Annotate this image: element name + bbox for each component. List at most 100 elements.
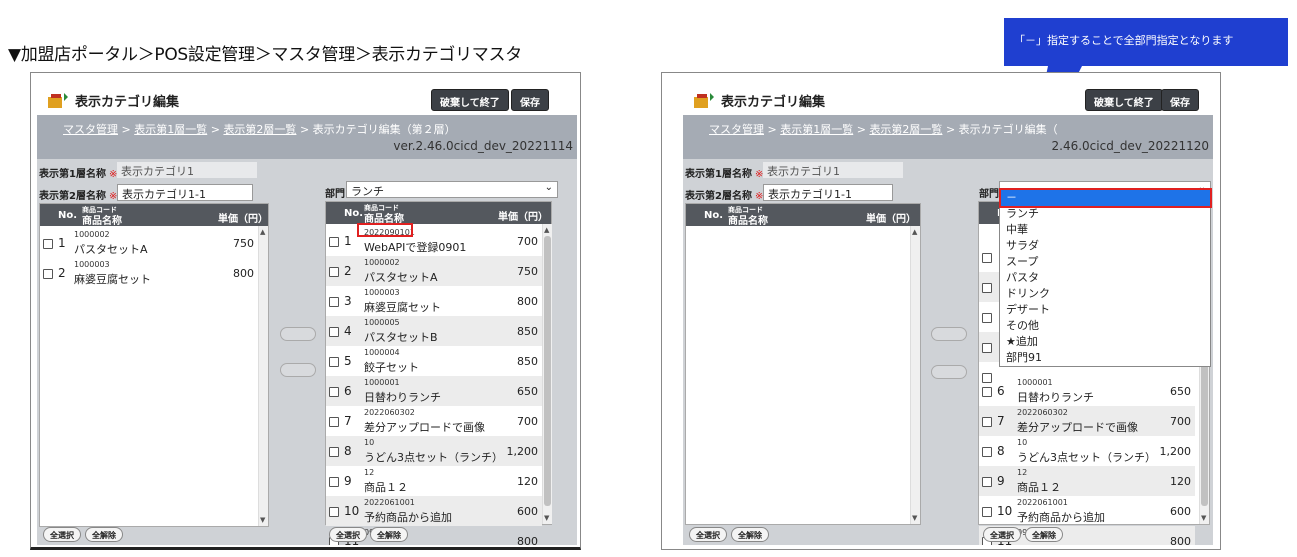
table-row[interactable]: 1 1000002 パスタセットA 750 — [40, 228, 258, 258]
table-row[interactable]: 3 1000003 麻婆豆腐セット 800 — [326, 286, 542, 316]
table-row[interactable]: 9 12 商品１２ 120 — [326, 466, 542, 496]
scroll-up-icon[interactable]: ▲ — [912, 228, 917, 236]
scroll-down-icon[interactable]: ▼ — [912, 514, 917, 522]
breadcrumb-layer1[interactable]: 表示第1層一覧 — [134, 123, 207, 136]
dept-option[interactable]: 部門91 — [1000, 350, 1210, 366]
dept-select[interactable]: ランチ ⌄ — [346, 181, 558, 198]
breadcrumb-current: 表示カテゴリ編集（第２層） — [312, 123, 456, 136]
dept-option[interactable]: パスタ — [1000, 270, 1210, 286]
code-highlight-box — [357, 223, 413, 237]
page-title: 表示カテゴリ編集 — [721, 95, 826, 110]
save-button[interactable]: 保存 — [1161, 89, 1199, 111]
clear-all-button[interactable]: 全解除 — [370, 527, 408, 542]
table-row[interactable]: 10 2022061001 予約商品から追加 600 — [326, 496, 542, 526]
dept-option[interactable]: ランチ — [1000, 206, 1210, 222]
select-all-button[interactable]: 全選択 — [43, 527, 81, 542]
scroll-down-icon[interactable]: ▼ — [1201, 514, 1206, 522]
right-screenshot: 表示カテゴリ編集 破棄して終了 保存 マスタ管理 > 表示第1層一覧 > 表示第… — [661, 72, 1221, 550]
table-row[interactable]: 8 10 うどん3点セット（ランチ） 1,200 — [326, 436, 542, 466]
breadcrumb-layer2[interactable]: 表示第2層一覧 — [869, 123, 942, 136]
move-right-button[interactable] — [280, 327, 316, 341]
layer2-name-input[interactable]: 表示カテゴリ1-1 — [117, 184, 253, 201]
row-checkbox[interactable] — [329, 507, 339, 517]
move-right-button[interactable] — [931, 327, 967, 341]
row-checkbox[interactable] — [329, 477, 339, 487]
row-checkbox[interactable] — [982, 283, 992, 293]
row-checkbox[interactable] — [329, 357, 339, 367]
scroll-thumb[interactable] — [544, 236, 551, 506]
scroll-up-icon[interactable]: ▲ — [260, 228, 265, 236]
list-scrollbar[interactable]: ▲ ▼ — [258, 226, 268, 526]
row-checkbox[interactable] — [329, 417, 339, 427]
row-checkbox[interactable] — [329, 267, 339, 277]
row-checkbox[interactable] — [329, 297, 339, 307]
table-row[interactable]: 6 1000001 日替わりランチ 650 — [326, 376, 542, 406]
dept-option[interactable]: 中華 — [1000, 222, 1210, 238]
list-scrollbar[interactable]: ▲ ▼ — [910, 226, 920, 524]
table-row[interactable]: 6 1000001 日替わりランチ 650 — [979, 376, 1195, 406]
row-checkbox[interactable] — [329, 327, 339, 337]
select-all-button[interactable]: 全選択 — [983, 527, 1021, 542]
layer1-value: 表示カテゴリ1 — [117, 162, 257, 178]
breadcrumb-master[interactable]: マスタ管理 — [63, 123, 118, 136]
table-row[interactable]: 4 1000005 パスタセットB 850 — [326, 316, 542, 346]
row-checkbox[interactable] — [43, 269, 53, 279]
row-checkbox[interactable] — [982, 313, 992, 323]
available-item-list: No. 商品コード 商品名称 単価（円） 1 2022090101 WebAPIで登… — [325, 201, 552, 545]
row-checkbox[interactable] — [982, 343, 992, 353]
page-heading: ▼加盟店ポータル＞POS設定管理＞マスタ管理＞表示カテゴリマスタ — [8, 45, 522, 65]
clear-all-button[interactable]: 全解除 — [731, 527, 769, 542]
layer2-field: 表示第2層名称 ※ 表示カテゴリ1-1 — [39, 184, 253, 202]
row-checkbox[interactable] — [982, 387, 992, 397]
table-row[interactable]: 10 2022061001 予約商品から追加 600 — [979, 496, 1195, 526]
breadcrumb-layer1[interactable]: 表示第1層一覧 — [780, 123, 853, 136]
breadcrumb: マスタ管理 > 表示第1層一覧 > 表示第2層一覧 > 表示カテゴリ編集（第２層… — [63, 123, 456, 136]
dept-option[interactable]: その他 — [1000, 318, 1210, 334]
table-row[interactable]: 7 2022060302 差分アップロードで画像 700 — [326, 406, 542, 436]
list-scrollbar[interactable]: ▲ ▼ — [542, 224, 552, 524]
save-button[interactable]: 保存 — [511, 89, 549, 111]
scroll-down-icon[interactable]: ▼ — [544, 514, 549, 522]
row-checkbox[interactable] — [982, 253, 992, 263]
select-all-button[interactable]: 全選択 — [329, 527, 367, 542]
breadcrumb-master[interactable]: マスタ管理 — [709, 123, 764, 136]
row-checkbox[interactable] — [329, 237, 339, 247]
dept-option[interactable]: サラダ — [1000, 238, 1210, 254]
version-label: ver.2.46.0cicd_dev_20221114 — [393, 139, 573, 153]
row-checkbox[interactable] — [43, 239, 53, 249]
move-left-button[interactable] — [280, 363, 316, 377]
row-checkbox[interactable] — [982, 447, 992, 457]
dept-option[interactable]: デザート — [1000, 302, 1210, 318]
move-left-button[interactable] — [931, 365, 967, 379]
breadcrumb-layer2[interactable]: 表示第2層一覧 — [223, 123, 296, 136]
table-row[interactable]: 8 10 うどん3点セット（ランチ） 1,200 — [979, 436, 1195, 466]
category-icon — [48, 93, 68, 108]
list-header: No. 商品コード 商品名称 単価（円） — [40, 204, 268, 227]
row-checkbox[interactable] — [329, 387, 339, 397]
layer2-field: 表示第2層名称 ※ 表示カテゴリ1-1 — [685, 184, 893, 202]
editor-card: 表示カテゴリ編集 破棄して終了 保存 マスタ管理 > 表示第1層一覧 > 表示第… — [683, 83, 1213, 545]
page-title: 表示カテゴリ編集 — [75, 95, 180, 110]
scroll-up-icon[interactable]: ▲ — [544, 226, 549, 234]
dept-dropdown-list: －ランチ 中華 サラダ スープ パスタ ドリンク デザート その他 ★追加 部門91 — [999, 189, 1211, 367]
row-checkbox[interactable] — [329, 447, 339, 457]
clear-all-button[interactable]: 全解除 — [1025, 527, 1063, 542]
select-all-button[interactable]: 全選択 — [689, 527, 727, 542]
row-checkbox[interactable] — [982, 417, 992, 427]
dept-option[interactable]: スープ — [1000, 254, 1210, 270]
discard-exit-button[interactable]: 破棄して終了 — [431, 89, 509, 111]
clear-all-button[interactable]: 全解除 — [85, 527, 123, 542]
assigned-item-list: No. 商品コード 商品名称 単価（円） 1 1000002 パスタセットA 7… — [39, 203, 269, 527]
row-checkbox[interactable] — [982, 477, 992, 487]
layer2-name-input[interactable]: 表示カテゴリ1-1 — [763, 184, 893, 201]
table-row[interactable]: 9 12 商品１２ 120 — [979, 466, 1195, 496]
scroll-down-icon[interactable]: ▼ — [260, 516, 265, 524]
discard-exit-button[interactable]: 破棄して終了 — [1085, 89, 1163, 111]
table-row[interactable]: 7 2022060302 差分アップロードで画像 700 — [979, 406, 1195, 436]
table-row[interactable]: 2 1000003 麻婆豆腐セット 800 — [40, 258, 258, 288]
dept-option[interactable]: ★追加 — [1000, 334, 1210, 350]
dept-option[interactable]: ドリンク — [1000, 286, 1210, 302]
table-row[interactable]: 5 1000004 餃子セット 850 — [326, 346, 542, 376]
table-row[interactable]: 2 1000002 パスタセットA 750 — [326, 256, 542, 286]
row-checkbox[interactable] — [982, 507, 992, 517]
